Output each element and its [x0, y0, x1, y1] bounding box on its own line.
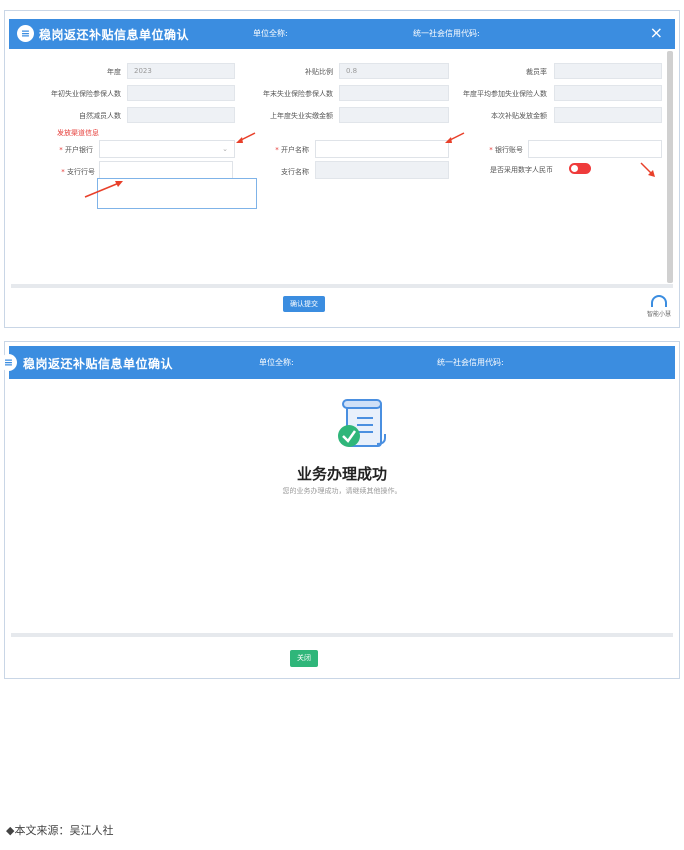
assistant-button[interactable]: 智能小慧 [645, 295, 673, 318]
document-icon: ≡ [17, 25, 34, 42]
account-number-input[interactable] [528, 140, 662, 158]
natural-reduction-field [127, 107, 235, 123]
success-dialog: ≡ 稳岗返还补贴信息单位确认 单位全称: 统一社会信用代码: 业务办理成功 您的… [0, 341, 680, 679]
layoff-rate-label: 裁员率 [526, 68, 547, 76]
annotation-arrow-icon [640, 162, 655, 177]
assistant-label: 智能小慧 [646, 311, 671, 318]
end-insured-field [339, 85, 449, 101]
begin-insured-label: 年初失业保险参保人数 [51, 90, 121, 98]
avg-insured-label: 年度平均参加失业保险人数 [463, 90, 547, 98]
dialog-header: ≡ 稳岗返还补贴信息单位确认 单位全称: 统一社会信用代码: × [9, 19, 675, 49]
digital-rmb-label: 是否采用数字人民币 [490, 166, 553, 174]
bank-label: * 开户银行 [59, 146, 93, 154]
source-footer: ◆本文来源：吴江人社 [6, 824, 114, 837]
account-number-label: * 银行账号 [489, 146, 523, 154]
account-name-input[interactable] [315, 140, 449, 158]
year-label: 年度 [107, 68, 121, 76]
natural-reduction-label: 自然减员人数 [79, 112, 121, 120]
last-year-paid-label: 上年度失业实缴金额 [270, 112, 333, 120]
subsidy-ratio-label: 补贴比例 [305, 68, 333, 76]
dialog-header: ≡ 稳岗返还补贴信息单位确认 单位全称: 统一社会信用代码: [0, 346, 675, 379]
success-message: 您的业务办理成功，请继续其他操作。 [282, 487, 402, 495]
annotation-arrow-icon [84, 181, 123, 198]
subsidy-ratio-field: 0.8 [339, 63, 449, 79]
close-button[interactable]: 关闭 [290, 650, 318, 667]
annotation-arrow-icon [236, 132, 256, 143]
close-icon[interactable]: × [650, 23, 663, 42]
branch-name-field [315, 161, 449, 179]
confirm-submit-button[interactable]: 确认提交 [283, 296, 325, 312]
branch-name-label: 支行名称 [281, 168, 309, 176]
dialog-divider [11, 633, 673, 637]
bank-select[interactable]: ⌄ [99, 140, 235, 158]
account-name-label: * 开户名称 [275, 146, 309, 154]
last-year-paid-field [339, 107, 449, 123]
credit-code-label: 统一社会信用代码: [413, 29, 480, 38]
dialog-divider [11, 284, 673, 288]
chevron-down-icon: ⌄ [222, 145, 228, 153]
layoff-rate-field [554, 63, 662, 79]
avg-insured-field [554, 85, 662, 101]
annotation-arrow-icon [445, 132, 465, 143]
headset-icon [651, 295, 667, 307]
dialog-title: 稳岗返还补贴信息单位确认 [39, 28, 190, 42]
success-title: 业务办理成功 [296, 465, 387, 483]
end-insured-label: 年末失业保险参保人数 [263, 90, 333, 98]
vertical-scrollbar[interactable] [667, 51, 673, 283]
success-document-icon [338, 399, 386, 447]
credit-code-label: 统一社会信用代码: [437, 358, 504, 367]
subsidy-amount-label: 本次补贴发放金额 [491, 112, 547, 120]
year-field: 2023 [127, 63, 235, 79]
dialog-title: 稳岗返还补贴信息单位确认 [23, 357, 174, 371]
confirm-dialog: ≡ 稳岗返还补贴信息单位确认 单位全称: 统一社会信用代码: × 年度 2023… [4, 10, 680, 328]
unit-name-label: 单位全称: [253, 29, 288, 38]
subsidy-amount-field [554, 107, 662, 123]
digital-rmb-toggle[interactable] [569, 163, 591, 174]
branch-code-label: * 支行行号 [61, 168, 95, 176]
begin-insured-field [127, 85, 235, 101]
unit-name-label: 单位全称: [259, 358, 294, 367]
document-icon: ≡ [0, 354, 17, 371]
payment-section-label: 发放渠道信息 [57, 129, 99, 137]
